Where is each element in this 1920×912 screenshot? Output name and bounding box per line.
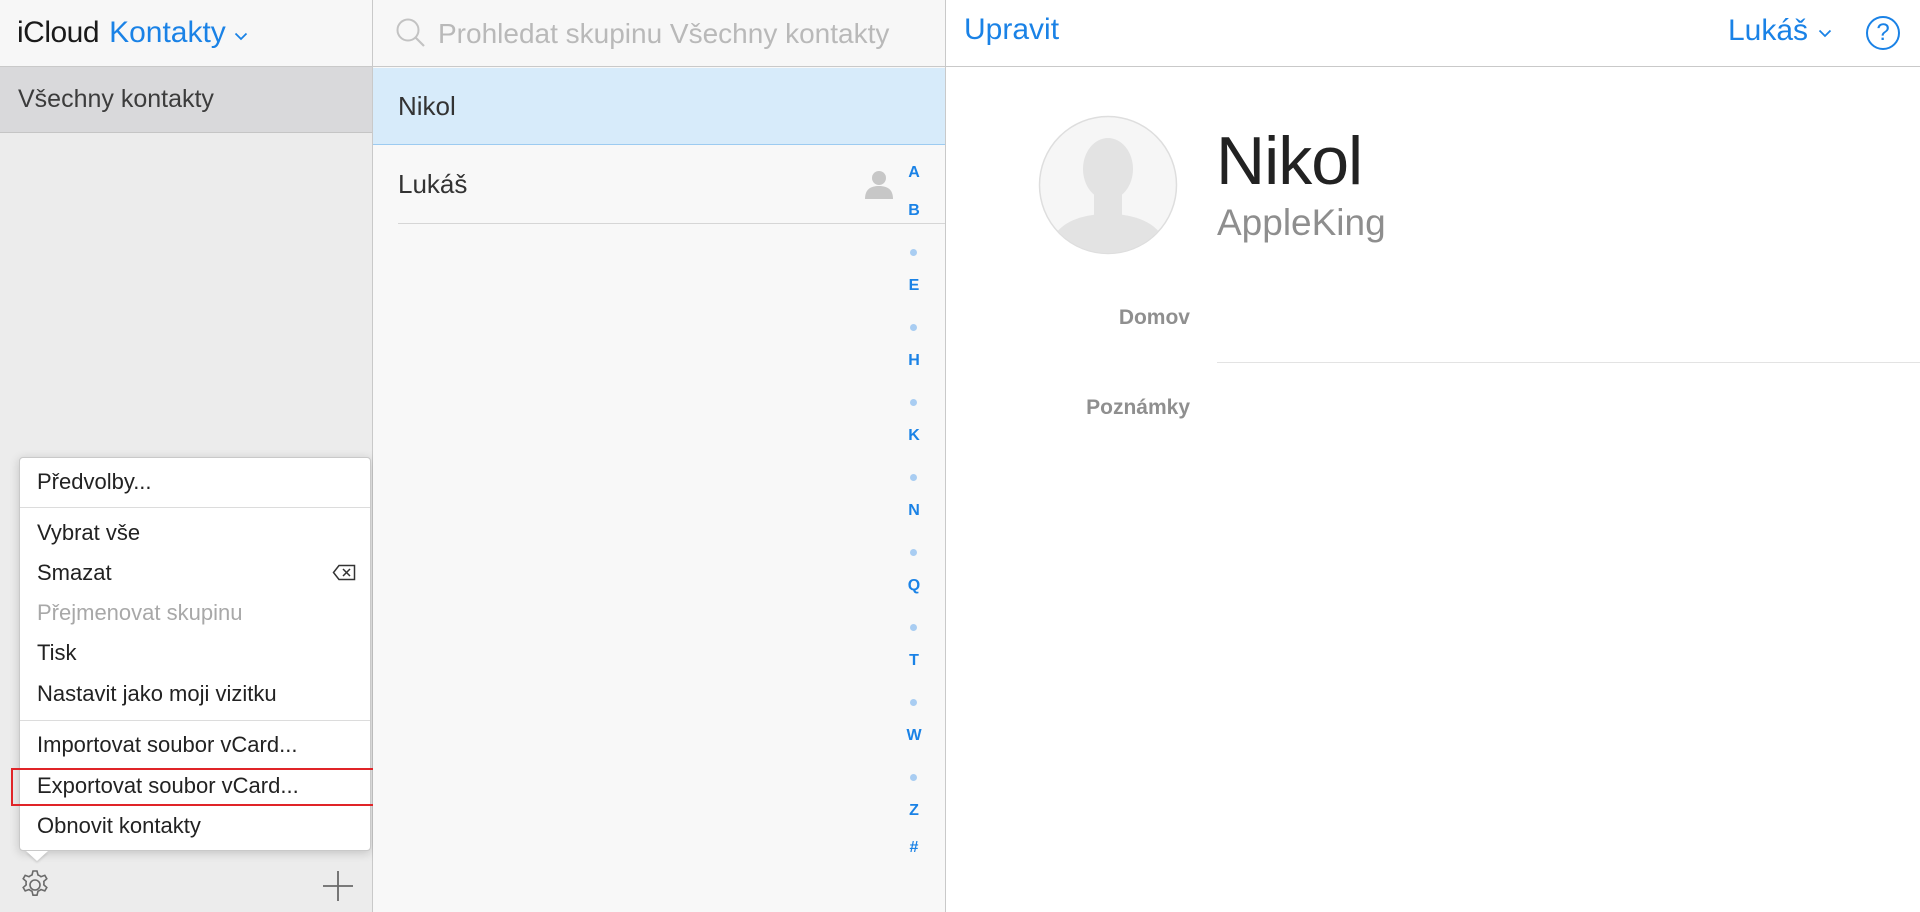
alphabet-index-dot[interactable] <box>910 774 917 781</box>
menu-item-rename-group: Přejmenovat skupinu <box>37 600 243 625</box>
menu-item-set-my-card[interactable]: Nastavit jako moji vizitku <box>20 675 370 713</box>
menu-item-refresh-contacts[interactable]: Obnovit kontakty <box>20 807 370 845</box>
settings-menu: Předvolby... Vybrat vše Smazat Přejmenov… <box>19 457 371 851</box>
contact-row-lukas[interactable]: Lukáš <box>373 146 945 223</box>
search-bar <box>373 0 945 67</box>
menu-item-preferences[interactable]: Předvolby... <box>20 463 370 501</box>
alphabet-index-letter[interactable]: B <box>893 202 935 220</box>
user-name: Lukáš <box>1728 14 1809 47</box>
alphabet-index-letter[interactable]: N <box>893 502 935 520</box>
alphabet-index-dot[interactable] <box>910 324 917 331</box>
group-label: Všechny kontakty <box>18 85 214 113</box>
alphabet-index-letter[interactable]: Q <box>893 577 935 595</box>
alphabet-index-dot[interactable] <box>910 474 917 481</box>
alphabet-index-dot[interactable] <box>910 699 917 706</box>
gear-icon[interactable] <box>16 866 54 904</box>
alphabet-index-letter[interactable]: A <box>893 164 935 182</box>
contact-list-pane: Nikol Lukáš <box>373 0 946 912</box>
menu-pointer <box>26 851 48 861</box>
alphabet-index-dot[interactable] <box>910 549 917 556</box>
field-divider <box>1217 362 1920 363</box>
chevron-down-icon <box>1818 29 1832 37</box>
icloud-brand: iCloud <box>17 16 100 49</box>
backspace-icon <box>332 564 356 581</box>
contact-full-name: Nikol <box>1216 123 1363 199</box>
menu-item-select-all[interactable]: Vybrat vše <box>20 514 370 552</box>
menu-item-import-vcard[interactable]: Importovat soubor vCard... <box>20 726 370 764</box>
menu-divider <box>20 507 370 508</box>
menu-item-delete[interactable]: Smazat <box>20 554 370 592</box>
user-menu[interactable]: Lukáš <box>1728 14 1832 48</box>
row-divider <box>398 223 945 224</box>
my-card-icon <box>865 171 893 199</box>
chevron-down-icon[interactable] <box>234 32 248 41</box>
alphabet-index-letter[interactable]: K <box>893 427 935 445</box>
alphabet-index-letter[interactable]: T <box>893 652 935 670</box>
field-label-notes: Poznámky <box>1086 396 1190 419</box>
contact-company: AppleKing <box>1217 202 1386 243</box>
app-header: iCloud Kontakty <box>0 0 372 67</box>
alphabet-index-letter[interactable]: H <box>893 352 935 370</box>
contact-name: Nikol <box>398 90 456 121</box>
alphabet-index-letter[interactable]: E <box>893 277 935 295</box>
avatar <box>1038 115 1178 255</box>
menu-item-export-vcard[interactable]: Exportovat soubor vCard... <box>20 767 370 805</box>
sidebar-footer <box>0 850 372 912</box>
menu-item-print[interactable]: Tisk <box>20 634 370 672</box>
alphabet-index-letter[interactable]: W <box>893 727 935 745</box>
alphabet-index-dot[interactable] <box>910 624 917 631</box>
search-icon <box>396 18 425 47</box>
alphabet-index-dot[interactable] <box>910 399 917 406</box>
edit-button[interactable]: Upravit <box>964 13 1059 47</box>
contact-row-nikol[interactable]: Nikol <box>373 68 945 145</box>
menu-divider <box>20 720 370 721</box>
detail-header: Upravit Lukáš ? <box>946 0 1920 67</box>
alphabet-index-dot[interactable] <box>910 249 917 256</box>
contact-name: Lukáš <box>398 169 468 199</box>
app-switcher[interactable]: Kontakty <box>109 16 226 50</box>
menu-item-label: Smazat <box>37 560 112 585</box>
contact-detail-pane: Upravit Lukáš ? Nikol AppleKing Domov Po… <box>946 0 1920 912</box>
alphabet-index-letter[interactable]: # <box>893 839 935 857</box>
help-button[interactable]: ? <box>1866 16 1900 50</box>
search-input[interactable] <box>436 12 930 56</box>
field-label-home: Domov <box>1118 306 1190 329</box>
alphabet-index-letter[interactable]: Z <box>893 802 935 820</box>
add-icon[interactable] <box>320 868 356 904</box>
group-all-contacts[interactable]: Všechny kontakty <box>0 67 372 133</box>
